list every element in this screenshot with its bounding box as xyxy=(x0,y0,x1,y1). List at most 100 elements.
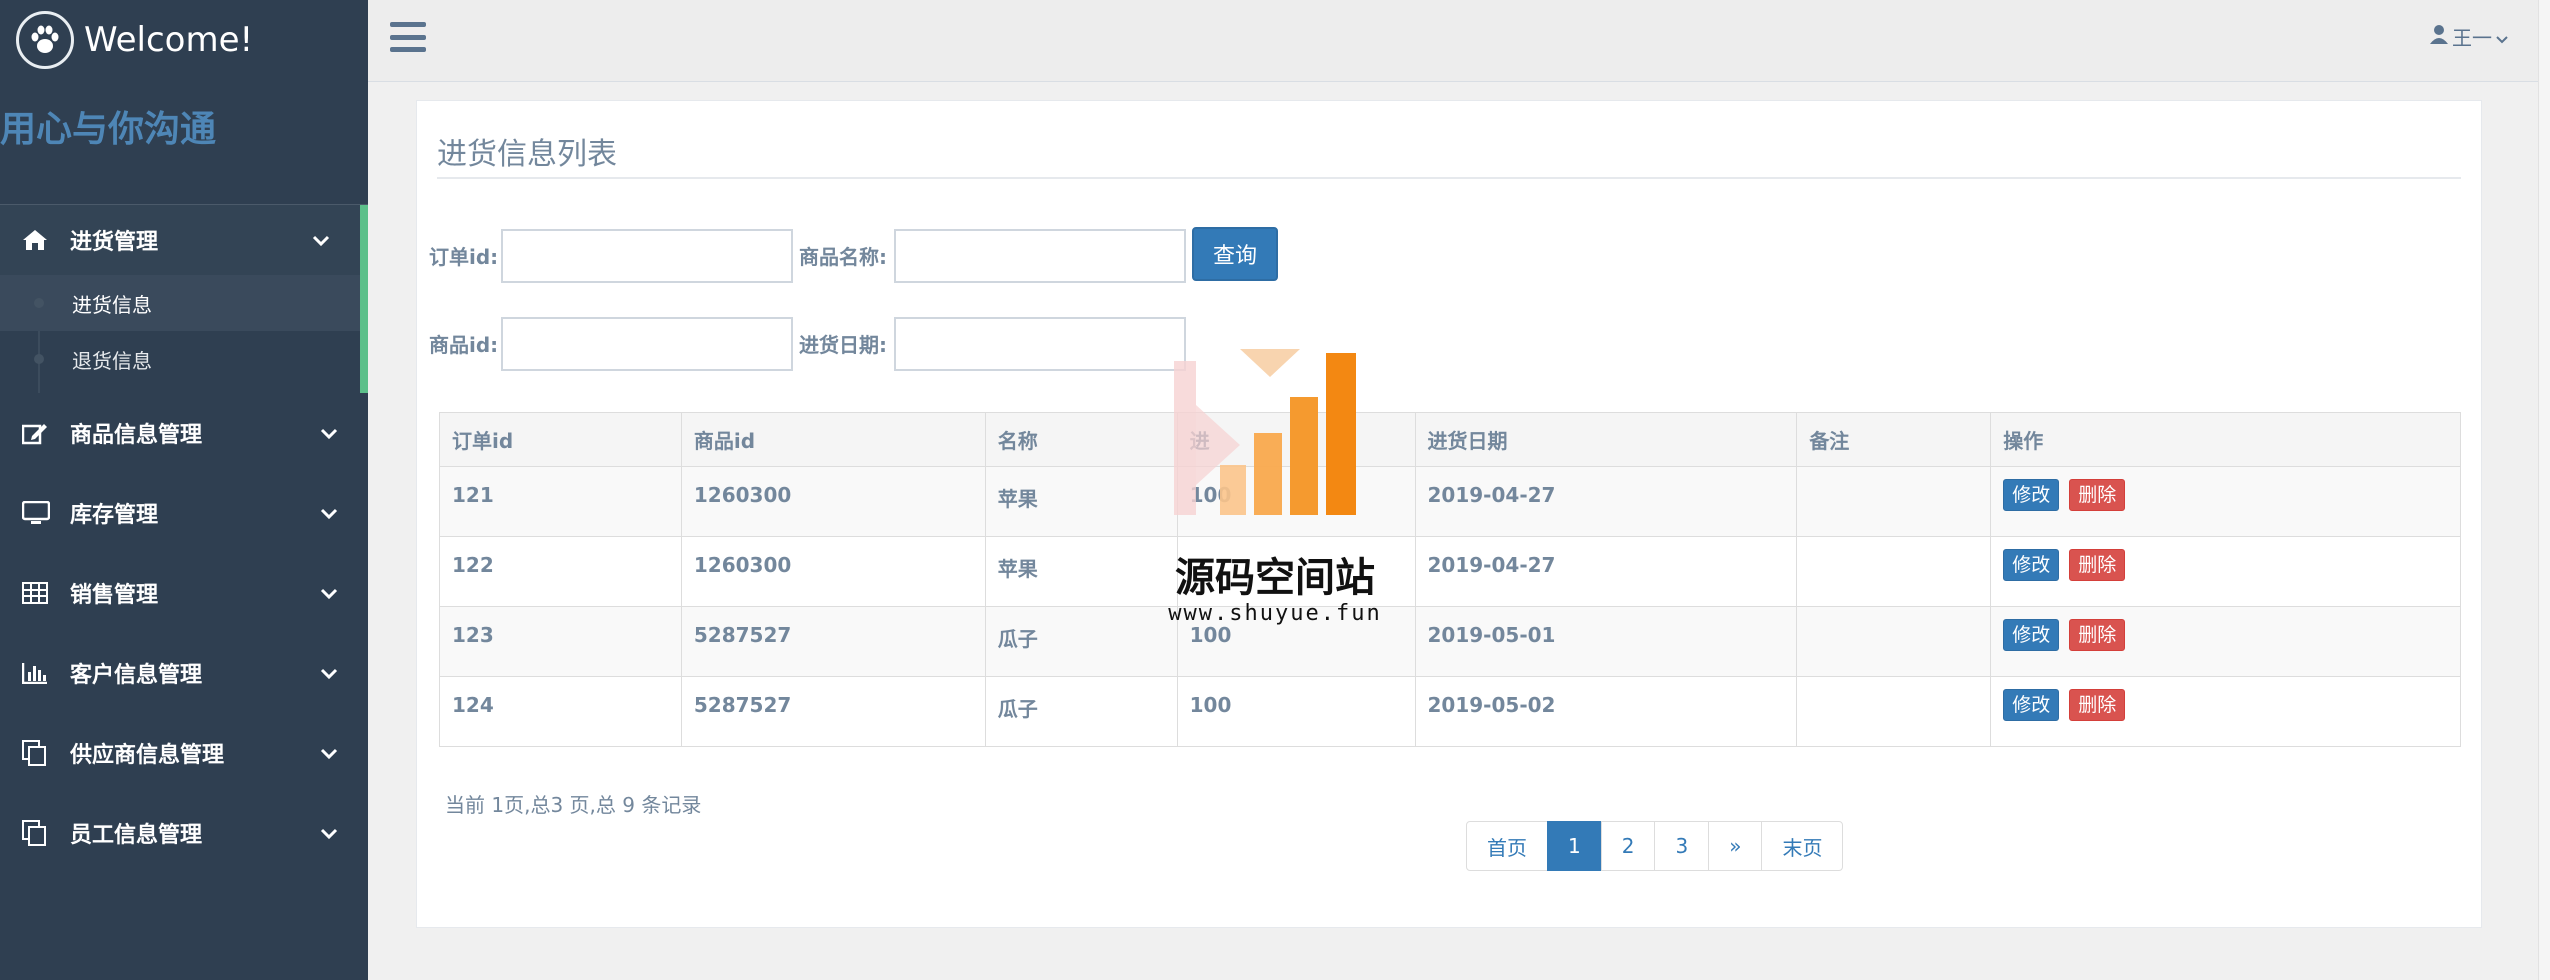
page-button-3[interactable]: 3 xyxy=(1654,821,1710,871)
user-name: 王一 xyxy=(2452,26,2492,50)
search-button[interactable]: 查询 xyxy=(1192,227,1278,281)
product-id-input[interactable] xyxy=(501,317,793,371)
watermark-text: 源码空间站 xyxy=(1175,555,1375,601)
table-row: 123 5287527 瓜子 100 2019-05-01 修改 删除 xyxy=(439,606,2461,677)
brand-title: Welcome! xyxy=(84,20,254,60)
sidebar: Welcome! 用心与你沟通 进货管理 进货信息 退货信息 商品信息管理 库存… xyxy=(0,0,368,980)
table-row: 122 1260300 苹果 2019-04-27 修改 删除 xyxy=(439,536,2461,607)
divider xyxy=(437,177,2461,179)
edit-button[interactable]: 修改 xyxy=(2003,479,2060,511)
menu-label: 进货管理 xyxy=(70,230,159,255)
chevron-down-icon xyxy=(320,661,338,686)
sub-item-label: 进货信息 xyxy=(72,292,152,317)
page-first-button[interactable]: 首页 xyxy=(1466,821,1548,871)
pagination: 首页 1 2 3 » 末页 xyxy=(1466,821,1844,871)
cell-note xyxy=(1796,676,1992,747)
user-menu[interactable]: 王一 xyxy=(2430,22,2508,51)
chevron-down-icon xyxy=(2496,25,2508,49)
record-info: 当前 1页,总3 页,总 9 条记录 xyxy=(445,793,702,817)
menu-toggle-icon[interactable] xyxy=(390,22,426,52)
product-name-input[interactable] xyxy=(894,229,1186,283)
submenu-purchase: 进货信息 退货信息 xyxy=(0,275,368,393)
menu-label: 供应商信息管理 xyxy=(70,743,225,768)
delete-button[interactable]: 删除 xyxy=(2069,479,2126,511)
cell-date: 2019-04-27 xyxy=(1414,536,1798,607)
product-id-label: 商品id: xyxy=(429,333,499,357)
cell-product-id: 5287527 xyxy=(680,606,986,677)
product-name-label: 商品名称: xyxy=(799,245,887,269)
cell-name: 瓜子 xyxy=(984,676,1178,747)
watermark-logo-icon xyxy=(1174,349,1356,515)
cell-date: 2019-05-01 xyxy=(1414,606,1798,677)
menu-label: 客户信息管理 xyxy=(70,663,203,688)
menu-label: 商品信息管理 xyxy=(70,423,203,448)
page-title: 进货信息列表 xyxy=(437,137,617,172)
order-id-label: 订单id: xyxy=(429,245,499,269)
chevron-down-icon xyxy=(320,821,338,846)
menu-item-inventory[interactable]: 库存管理 xyxy=(0,473,368,553)
column-header[interactable]: 备注 xyxy=(1796,412,1992,467)
side-menu: 进货管理 进货信息 退货信息 商品信息管理 库存管理 销售管理 客户信息管理 供… xyxy=(0,204,368,873)
purchase-date-input[interactable] xyxy=(894,317,1186,371)
scrollbar[interactable] xyxy=(2538,0,2550,980)
delete-button[interactable]: 删除 xyxy=(2069,689,2126,721)
edit-button[interactable]: 修改 xyxy=(2003,689,2060,721)
sub-item-label: 退货信息 xyxy=(72,348,152,373)
purchase-table: 订单id 商品id 名称 进 进货日期 备注 操作 121 1260300 苹果… xyxy=(439,412,2461,747)
cell-actions: 修改 删除 xyxy=(1990,676,2461,747)
chevron-down-icon xyxy=(320,421,338,446)
chevron-down-icon xyxy=(320,741,338,766)
menu-item-purchase[interactable]: 进货管理 xyxy=(0,205,368,275)
menu-item-customers[interactable]: 客户信息管理 xyxy=(0,633,368,713)
order-id-input[interactable] xyxy=(501,229,793,283)
sub-item-purchase-info[interactable]: 进货信息 xyxy=(0,275,360,331)
sub-item-return-info[interactable]: 退货信息 xyxy=(0,331,360,387)
cell-order-id: 122 xyxy=(439,536,682,607)
slogan: 用心与你沟通 xyxy=(0,109,217,150)
cell-order-id: 121 xyxy=(439,466,682,537)
cell-actions: 修改 删除 xyxy=(1990,536,2461,607)
paw-icon xyxy=(16,11,74,69)
page-next-button[interactable]: » xyxy=(1708,821,1763,871)
cell-qty: 100 xyxy=(1176,676,1416,747)
delete-button[interactable]: 删除 xyxy=(2069,619,2126,651)
column-header[interactable]: 名称 xyxy=(984,412,1178,467)
column-header[interactable]: 商品id xyxy=(680,412,986,467)
page-button-2[interactable]: 2 xyxy=(1600,821,1656,871)
chevron-down-icon xyxy=(312,228,330,253)
cell-name: 苹果 xyxy=(984,536,1178,607)
page-last-button[interactable]: 末页 xyxy=(1761,821,1844,871)
cell-product-id: 1260300 xyxy=(680,466,986,537)
column-header[interactable]: 订单id xyxy=(439,412,682,467)
cell-product-id: 5287527 xyxy=(680,676,986,747)
chevron-down-icon xyxy=(320,501,338,526)
content-panel: 进货信息列表 订单id: 商品名称: 查询 商品id: 进货日期: 订单id 商… xyxy=(416,100,2482,928)
menu-label: 员工信息管理 xyxy=(70,823,203,848)
column-header[interactable]: 进货日期 xyxy=(1414,412,1798,467)
column-header: 操作 xyxy=(1990,412,2461,467)
menu-item-suppliers[interactable]: 供应商信息管理 xyxy=(0,713,368,793)
delete-button[interactable]: 删除 xyxy=(2069,549,2126,581)
edit-button[interactable]: 修改 xyxy=(2003,619,2060,651)
cell-product-id: 1260300 xyxy=(680,536,986,607)
menu-item-sales[interactable]: 销售管理 xyxy=(0,553,368,633)
table-header: 订单id 商品id 名称 进 进货日期 备注 操作 xyxy=(439,412,2461,467)
cell-note xyxy=(1796,466,1992,537)
cell-order-id: 124 xyxy=(439,676,682,747)
user-icon xyxy=(2430,24,2448,49)
edit-button[interactable]: 修改 xyxy=(2003,549,2060,581)
purchase-date-label: 进货日期: xyxy=(799,333,887,357)
menu-item-products[interactable]: 商品信息管理 xyxy=(0,393,368,473)
brand[interactable]: Welcome! xyxy=(0,0,368,80)
menu-label: 销售管理 xyxy=(70,583,159,608)
edit-icon xyxy=(22,421,56,445)
page-button-1[interactable]: 1 xyxy=(1547,821,1602,871)
watermark: 源码空间站 www.shuyue.fun xyxy=(1160,345,1390,635)
watermark-url: www.shuyue.fun xyxy=(1168,601,1382,626)
copy-icon xyxy=(22,740,56,766)
chevron-down-icon xyxy=(320,581,338,606)
cell-actions: 修改 删除 xyxy=(1990,466,2461,537)
cell-note xyxy=(1796,606,1992,677)
home-icon xyxy=(22,229,56,251)
menu-item-employees[interactable]: 员工信息管理 xyxy=(0,793,368,873)
